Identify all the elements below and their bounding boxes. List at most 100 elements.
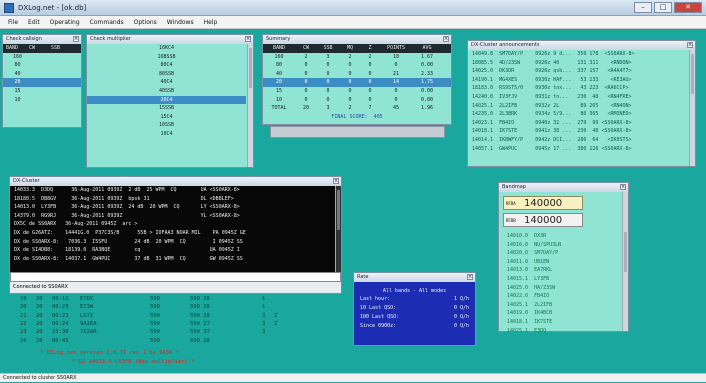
close-icon[interactable]: ×	[73, 36, 79, 42]
spot-item[interactable]: 14010.0 DX3R	[507, 232, 617, 241]
dx-announcements-window[interactable]: DX-Cluster announcements × 14049.8 SM7DA…	[467, 40, 696, 167]
list-item[interactable]: 14049.8 SM7DAY/P 0926z 9 d... 350 178 <S…	[468, 50, 688, 59]
table-row[interactable]: TOTAL 20 3 2 7 45 1.96	[263, 104, 451, 113]
table-row[interactable]: 20 20 00:23 E73W 599 599 28 1	[20, 304, 286, 310]
table-cell: E73W	[80, 304, 94, 311]
scroll-thumb[interactable]	[624, 232, 627, 272]
spot-item[interactable]: 14019.0 IK4BCB	[507, 309, 617, 318]
list-item[interactable]: 20C4	[87, 95, 246, 105]
close-button[interactable]: ✕	[674, 2, 702, 13]
list-item[interactable]: 14190.1 MG4XES 0930z HAF... 53 233 <RE3A…	[468, 76, 688, 85]
list-item[interactable]: 10	[3, 96, 81, 105]
table-cell: 80	[275, 62, 283, 69]
list-item[interactable]: 14023.1 FB4IO 0940z 32 ... 279 99 <SS0AR…	[468, 119, 688, 128]
close-icon[interactable]: ×	[467, 274, 473, 280]
table-cell: 21	[392, 70, 400, 77]
spot-item[interactable]: 14020.0 SM7DAY/P	[507, 249, 617, 258]
terminal-line: DX de G26ATZ: 14441G.0 P37C3S/B 55B > IO…	[14, 229, 246, 236]
table-row[interactable]: 23 20 15:30 7X2AR 599 599 37 3	[20, 329, 286, 335]
vfo-b-display[interactable]: RFDB 140000	[503, 213, 583, 227]
spot-item[interactable]: 14025.0 HA/Z3SW	[507, 284, 617, 293]
list-item[interactable]: 40	[3, 70, 81, 79]
close-icon[interactable]: ×	[245, 36, 251, 42]
scrollbar[interactable]	[622, 192, 628, 331]
list-item[interactable]: 14025.0 DK3DR 0926z qsb... 337 157 <R4A4…	[468, 67, 688, 76]
list-item[interactable]: 14025.1 2L2IFB 0932z 2L 89 265 <RN4ON>	[468, 102, 688, 111]
list-item[interactable]: 14235.0 2L3BRK 0934z 5/9... 86 365 <RM3N…	[468, 110, 688, 119]
close-icon[interactable]: ×	[443, 36, 449, 42]
table-row[interactable]: 160 2 3 2 2 10 1.67	[263, 53, 451, 62]
check-callsign-window[interactable]: Check callsign × BAND CW SSB 160 80 40 20 15…	[2, 34, 82, 128]
scroll-thumb[interactable]	[691, 54, 694, 94]
close-icon[interactable]: ×	[687, 42, 693, 48]
list-item[interactable]: 14018.1 IK7STE 0941z 38 ... 230 48 <SS0A…	[468, 127, 688, 136]
list-item[interactable]: 18183.0 RS9ST5/0 0930z tnx... 43 223 <RA…	[468, 84, 688, 93]
table-cell: 0	[326, 96, 330, 103]
list-item[interactable]: 16BSSB	[87, 53, 246, 62]
list-item[interactable]: 160	[3, 53, 81, 62]
list-item[interactable]: 14014.1 IK8WFY/P 0942z DCI... 280 64 <IK…	[468, 136, 688, 145]
summary-header-cell: Z	[368, 45, 372, 51]
spot-item[interactable]: 14025.1 2L2IFB	[507, 301, 617, 310]
scroll-thumb[interactable]	[337, 190, 340, 230]
table-row[interactable]: 20 0 0 0 0 14 1.75	[263, 78, 451, 87]
maximize-button[interactable]: □	[654, 2, 672, 13]
dx-cluster-window[interactable]: DX-Cluster × 14033.3 D3DQ 36-Aug-2011 09…	[9, 176, 342, 294]
table-row[interactable]: 10 0 0 0 0 0 0.00	[263, 96, 451, 105]
table-row[interactable]: 21 20 00:23 LX7I 599 599 28 3 Z	[20, 313, 286, 319]
list-item[interactable]: 14057.1 GW4PUC 0945z 17 ... 380 126 <SS0…	[468, 145, 688, 154]
table-cell: 0	[394, 96, 398, 103]
check-multiplier-window[interactable]: Check multiplier × 16KC4 16BSSB 80C4 80SSB 4…	[86, 34, 254, 168]
list-item[interactable]: 15SSB	[87, 104, 246, 113]
table-row[interactable]: 80 0 0 0 0 0 0.00	[263, 61, 451, 70]
list-item[interactable]: 80	[3, 61, 81, 70]
spot-item[interactable]: 14015.1 LY3FB	[507, 275, 617, 284]
scrollbar[interactable]	[247, 44, 253, 167]
list-item[interactable]: 15	[3, 87, 81, 96]
list-item[interactable]: 15C4	[87, 113, 246, 122]
minimize-button[interactable]: –	[634, 2, 652, 13]
table-row[interactable]: 24 20 00:45 599 599 28	[20, 338, 286, 344]
spot-item[interactable]: 14011.0 UB1EN	[507, 258, 617, 267]
table-row[interactable]: 15 0 0 0 0 0 0.00	[263, 87, 451, 96]
spot-item[interactable]: 14018.1 IK7STE	[507, 318, 617, 327]
close-icon[interactable]: ×	[333, 178, 339, 184]
rate-title-text: Rate	[357, 274, 369, 280]
menu-options[interactable]: Options	[134, 19, 157, 26]
spot-item[interactable]: 14016.0 NU/SPU3LN	[507, 241, 617, 250]
table-cell: Z	[274, 320, 278, 327]
menu-windows[interactable]: Windows	[167, 19, 194, 26]
menu-help[interactable]: Help	[204, 19, 218, 26]
list-item[interactable]: 40C4	[87, 78, 246, 87]
menu-edit[interactable]: Edit	[28, 19, 40, 26]
rate-window[interactable]: Rate × All bands - All modes Last hour: 1…	[353, 272, 476, 346]
list-item[interactable]: 80SSB	[87, 70, 246, 79]
menu-file[interactable]: File	[8, 19, 18, 26]
list-item[interactable]: 10C4	[87, 130, 246, 139]
menu-operating[interactable]: Operating	[50, 19, 80, 26]
list-item[interactable]: 10SSB	[87, 121, 246, 130]
bandmap-window[interactable]: Bandmap × RFDA 140000 RFDB 140000 14010.…	[498, 182, 629, 334]
table-row[interactable]: 40 0 0 0 0 21 2.33	[263, 70, 451, 79]
list-item[interactable]: 14240.0 IV3FJV 0931z tn... 230 48 <RN4FR…	[468, 93, 688, 102]
menu-commands[interactable]: Commands	[90, 19, 124, 26]
list-item[interactable]: 18085.5 4D/23SW 0926z 40 131 311 <RNDON>	[468, 59, 688, 68]
band-label: 20	[14, 79, 21, 86]
list-item[interactable]: 20	[3, 78, 81, 87]
list-item[interactable]: 16KC4	[87, 44, 246, 53]
close-icon[interactable]: ×	[620, 184, 626, 190]
spot-item[interactable]: 14022.0 FB4IO	[507, 292, 617, 301]
vfo-a-display[interactable]: RFDA 140000	[503, 196, 583, 210]
list-item[interactable]: 40SSB	[87, 87, 246, 96]
scrollbar[interactable]	[335, 186, 341, 272]
summary-window[interactable]: Summary × BAND CW SSB MQ Z POINTS AVG 160 2 3 2 2 1…	[262, 34, 452, 125]
scroll-thumb[interactable]	[249, 48, 252, 88]
dx-cluster-command-input[interactable]	[10, 272, 341, 282]
spot-item[interactable]: 14025.1 E3DQ	[507, 327, 617, 336]
spot-item[interactable]: 14013.0 EA7RKL	[507, 266, 617, 275]
table-row[interactable]: 19 20 00:13 E7DX 599 599 28 1	[20, 296, 286, 302]
scrollbar[interactable]	[689, 50, 695, 166]
list-item[interactable]: 80C4	[87, 61, 246, 70]
table-row[interactable]: 22 20 00:24 9A2EA 599 599 27 3 Z	[20, 321, 286, 327]
table-cell: 599	[150, 304, 160, 311]
